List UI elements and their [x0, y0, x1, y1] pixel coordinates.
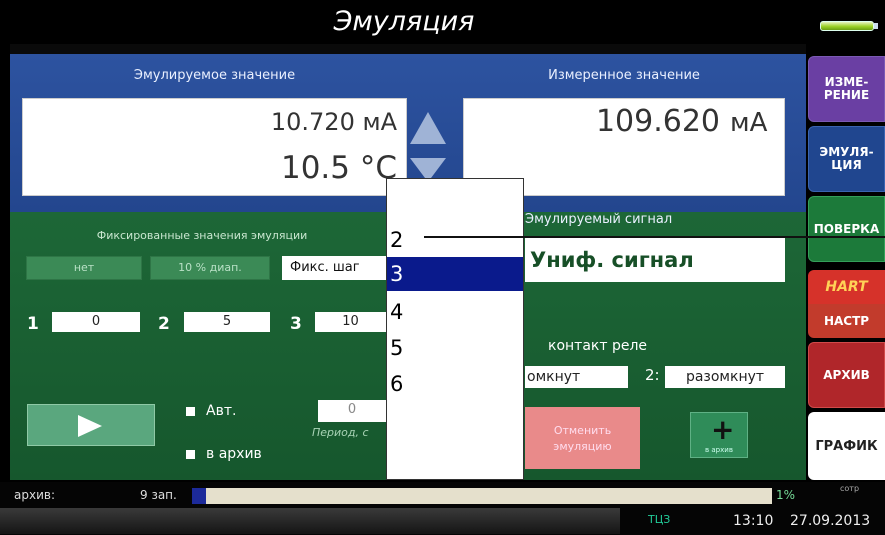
play-icon — [78, 415, 102, 437]
fixed-range-button[interactable]: 10 % диап. — [150, 256, 270, 280]
archive-checkbox[interactable] — [186, 450, 195, 459]
add-to-archive-button[interactable]: + в архив — [690, 412, 748, 458]
tab-emulation[interactable]: ЭМУЛЯ-ЦИЯ — [808, 126, 885, 192]
relay-header: контакт реле — [548, 338, 648, 354]
fixed-none-button[interactable]: нет — [26, 256, 142, 280]
status-date: 27.09.2013 — [790, 513, 871, 529]
archive-percent: 1% — [776, 488, 796, 502]
signal-header: Эмулируемый сигнал — [525, 212, 673, 227]
fixed-values-header: Фиксированные значения эмуляции — [96, 229, 308, 242]
tab-measurement[interactable]: ИЗМЕ-РЕНИЕ — [808, 56, 885, 122]
fixed-value-1-input[interactable]: 0 — [52, 312, 140, 332]
fixed-value-2-input[interactable]: 5 — [184, 312, 270, 332]
relay-contact-2[interactable]: разомкнут — [665, 366, 785, 388]
battery-icon — [820, 21, 874, 31]
period-input[interactable]: 0 — [318, 400, 386, 422]
signal-value: Униф. сигнал — [530, 248, 694, 272]
archive-records: 9 зап. — [140, 488, 177, 502]
fixed-label-1: 1 — [27, 314, 39, 334]
dropdown-option[interactable]: 5 — [387, 331, 523, 365]
tab-settings[interactable]: НАСТР — [808, 304, 885, 338]
play-button[interactable] — [27, 404, 155, 446]
measured-value-header: Измеренное значение — [548, 68, 700, 83]
dropdown-indicator-line — [424, 236, 885, 238]
dropdown-option[interactable]: 2 — [387, 223, 523, 257]
battery-tip — [874, 23, 878, 29]
fixed-value-3-input[interactable]: 10 — [315, 312, 386, 332]
emulated-value-header: Эмулируемое значение — [133, 68, 296, 83]
arrow-up-icon[interactable] — [410, 112, 446, 144]
measured-value: 109.620 — [595, 104, 720, 139]
status-strip — [0, 508, 620, 534]
period-label: Период, с — [312, 426, 369, 439]
archive-status-label: архив: — [14, 488, 55, 502]
fixed-label-3: 3 — [290, 314, 302, 334]
emulated-value-ma: 10.720 мА — [270, 108, 397, 136]
status-small-label: сотр — [840, 484, 860, 493]
tab-hart[interactable]: HART — [808, 270, 885, 304]
auto-checkbox[interactable] — [186, 407, 195, 416]
add-to-archive-label: в архив — [705, 446, 733, 454]
fixed-step-button[interactable]: Фикс. шаг — [282, 256, 386, 280]
mode-indicator: ТЦЗ — [648, 513, 671, 526]
dropdown-option[interactable]: 4 — [387, 295, 523, 329]
archive-checkbox-label: в архив — [206, 446, 262, 462]
status-time: 13:10 — [733, 513, 774, 529]
measured-unit: мА — [730, 108, 768, 138]
plus-icon: + — [711, 413, 735, 446]
tab-archive[interactable]: АРХИВ — [808, 342, 885, 408]
tab-verification[interactable]: ПОВЕРКА — [808, 196, 885, 262]
fixed-label-2: 2 — [158, 314, 170, 334]
auto-label: Авт. — [206, 403, 237, 419]
page-title: Эмуляция — [333, 6, 475, 37]
dropdown-option-selected[interactable]: 3 — [387, 257, 523, 291]
cancel-emulation-button[interactable]: Отменить эмуляцию — [525, 407, 640, 469]
archive-progress-bar — [192, 488, 772, 504]
dropdown-option[interactable]: 6 — [387, 367, 523, 401]
relay-contact-2-label: 2: — [645, 366, 660, 384]
relay-contact-1[interactable]: омкнут — [525, 366, 628, 388]
tab-graph[interactable]: ГРАФИК — [808, 412, 885, 480]
step-dropdown-list[interactable]: 2 3 4 5 6 — [386, 178, 524, 480]
archive-progress-fill — [192, 488, 206, 504]
emulated-value-c: 10.5 °С — [280, 150, 397, 186]
